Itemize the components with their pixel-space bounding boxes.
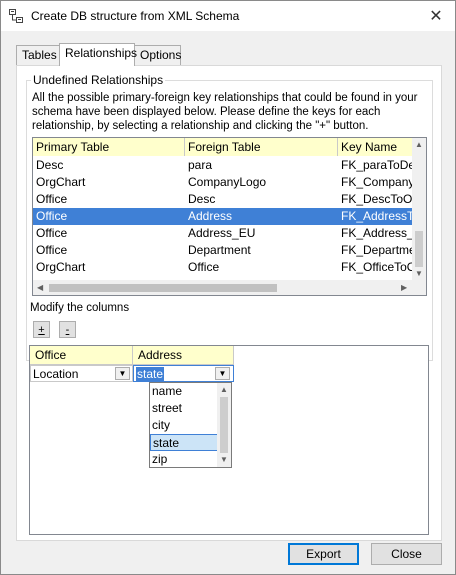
dropdown-option-state[interactable]: state (150, 434, 218, 451)
close-button[interactable]: Close (371, 543, 442, 565)
cell-primary-table: Office (36, 209, 68, 223)
column-header-primary-table[interactable]: Primary Table (33, 138, 185, 156)
cell-primary-table: Office (36, 226, 68, 240)
remove-column-button[interactable]: - (59, 321, 76, 338)
scroll-down-icon[interactable]: ▼ (415, 269, 423, 279)
relationships-panel: Undefined Relationships All the possible… (16, 65, 442, 541)
scroll-right-icon[interactable]: ▶ (401, 283, 407, 293)
dropdown-option-city[interactable]: city (150, 417, 218, 434)
tab-tables[interactable]: Tables (16, 45, 60, 65)
scrollbar-corner (412, 280, 426, 295)
vertical-scrollbar[interactable]: ▲ ▼ (412, 138, 426, 280)
export-button[interactable]: Export (288, 543, 359, 565)
scroll-thumb[interactable] (415, 231, 423, 267)
relationships-table[interactable]: Primary Table Foreign Table Key Name Des… (32, 137, 427, 296)
dialog-window: Create DB structure from XML Schema ✕ Ta… (0, 0, 456, 575)
cell-primary-table: OrgChart (36, 260, 86, 274)
tab-options[interactable]: Options (134, 45, 181, 65)
table-row[interactable]: OrgChart CompanyLogo FK_CompanyLogo (33, 174, 413, 191)
table-row[interactable]: Office Address_EU FK_Address_EU (33, 225, 413, 242)
table-row[interactable]: OrgChart Office FK_OfficeToOrgChart (33, 259, 413, 276)
cell-primary-table: Office (36, 243, 68, 257)
group-legend: Undefined Relationships (31, 73, 166, 87)
cell-key-name: FK_Address_EU (341, 226, 413, 240)
table-row[interactable]: Office Desc FK_DescToOffice (33, 191, 413, 208)
office-column-value: Location (33, 367, 79, 381)
add-column-label: + (38, 323, 45, 336)
chevron-down-icon[interactable]: ▼ (215, 367, 230, 380)
address-column-value: state (136, 367, 165, 381)
dropdown-option-zip[interactable]: zip (150, 451, 218, 468)
columns-grid[interactable]: Office Address Location ▼ state ▼ name s… (29, 345, 429, 535)
table-row[interactable]: Desc para FK_paraToDesc (33, 157, 413, 174)
scroll-up-icon[interactable]: ▲ (220, 385, 228, 395)
cell-foreign-table: Desc (188, 192, 216, 206)
window-title: Create DB structure from XML Schema (31, 9, 240, 23)
cell-foreign-table: CompanyLogo (188, 175, 267, 189)
scroll-thumb[interactable] (220, 397, 228, 453)
cell-primary-table: Desc (36, 158, 64, 172)
column-header-foreign-table[interactable]: Foreign Table (185, 138, 338, 156)
cell-foreign-table: Department (188, 243, 251, 257)
column-header-office: Office (30, 346, 133, 365)
address-column-select[interactable]: state ▼ (133, 365, 234, 382)
cell-foreign-table: Office (188, 260, 220, 274)
dropdown-scrollbar[interactable]: ▲ ▼ (217, 383, 231, 467)
title-bar: Create DB structure from XML Schema ✕ (1, 1, 455, 31)
close-icon[interactable]: ✕ (417, 1, 455, 31)
description-text: All the possible primary-foreign key rel… (32, 92, 418, 132)
cell-primary-table: Office (36, 192, 68, 206)
cell-key-name: FK_OfficeToOrgChart (341, 260, 413, 274)
cell-primary-table: OrgChart (36, 175, 86, 189)
table-row-selected[interactable]: Office Address FK_AddressToOffice (33, 208, 413, 225)
scroll-up-icon[interactable]: ▲ (415, 140, 423, 150)
table-header: Primary Table Foreign Table Key Name (33, 138, 413, 156)
cell-key-name: FK_Department (341, 243, 413, 257)
cell-foreign-table: para (188, 158, 213, 172)
tab-relationships[interactable]: Relationships (59, 43, 137, 66)
cell-key-name: FK_AddressToOffice (341, 209, 413, 223)
horizontal-scrollbar[interactable]: ◀ ▶ (33, 280, 414, 295)
cell-foreign-table: Address (188, 209, 233, 223)
column-header-key-name[interactable]: Key Name (338, 138, 413, 156)
column-header-address: Address (133, 346, 234, 365)
scroll-left-icon[interactable]: ◀ (37, 283, 43, 293)
add-column-button[interactable]: + (33, 321, 50, 338)
chevron-down-icon[interactable]: ▼ (115, 367, 130, 380)
db-schema-icon (9, 9, 23, 23)
office-column-select[interactable]: Location ▼ (30, 365, 133, 382)
undefined-relationships-group: Undefined Relationships All the possible… (26, 73, 433, 361)
scroll-down-icon[interactable]: ▼ (220, 455, 228, 465)
table-row[interactable]: Office Department FK_Department (33, 242, 413, 259)
address-dropdown-list[interactable]: name street city state zip ▲ ▼ (149, 382, 232, 468)
export-button-label: Export (306, 547, 341, 561)
remove-column-label: - (65, 323, 70, 336)
scroll-thumb[interactable] (49, 284, 277, 292)
dropdown-option-name[interactable]: name (150, 383, 218, 400)
cell-key-name: FK_paraToDesc (341, 158, 413, 172)
modify-columns-label: Modify the columns (30, 302, 130, 314)
cell-foreign-table: Address_EU (188, 226, 256, 240)
cell-key-name: FK_DescToOffice (341, 192, 413, 206)
dropdown-option-street[interactable]: street (150, 400, 218, 417)
close-button-label: Close (391, 547, 422, 561)
cell-key-name: FK_CompanyLogo (341, 175, 413, 189)
